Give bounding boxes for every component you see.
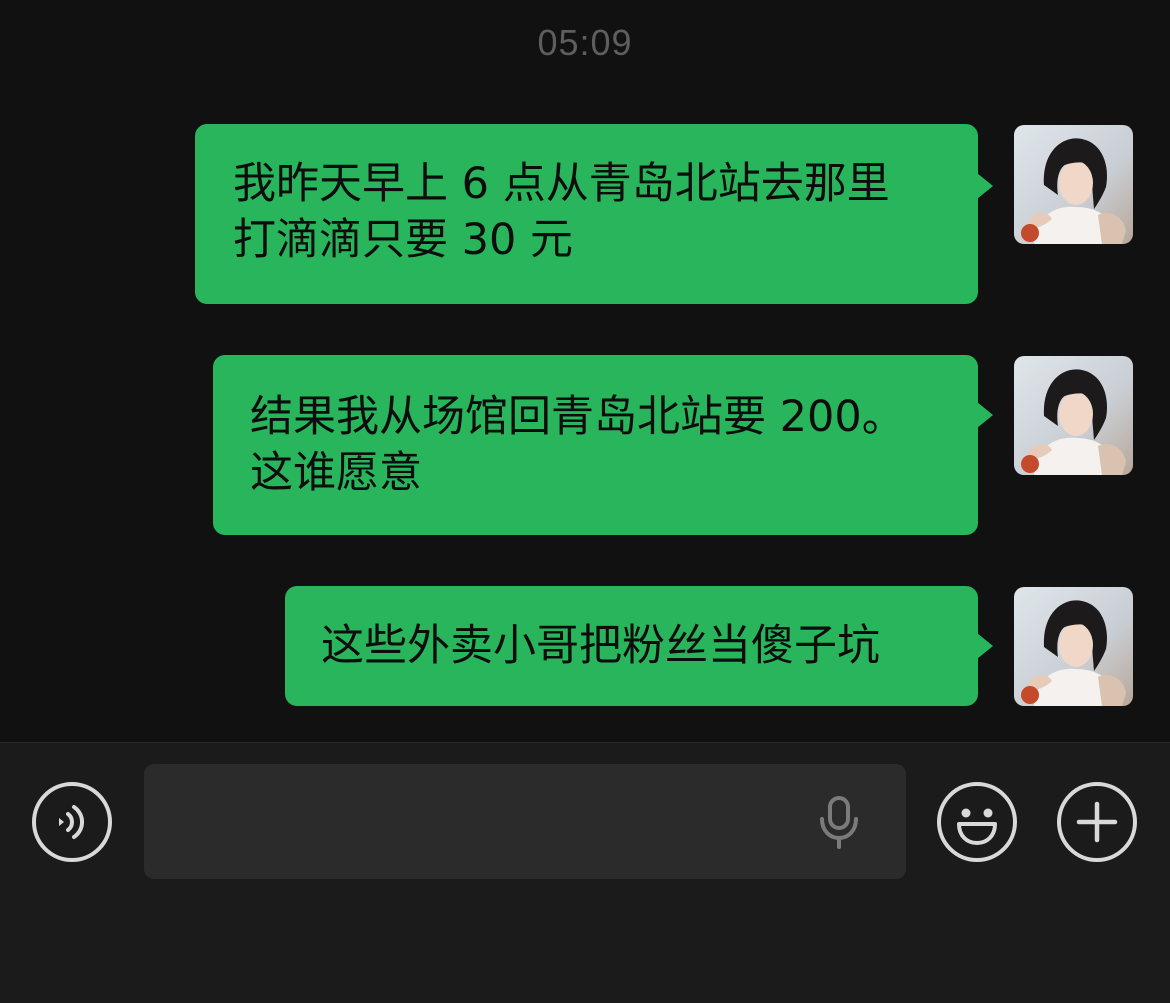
avatar[interactable] [1014, 125, 1133, 244]
plus-icon [1076, 801, 1118, 843]
message-input[interactable] [144, 764, 906, 879]
message-bubble[interactable]: 我昨天早上 6 点从青岛北站去那里 打滴滴只要 30 元 [195, 124, 993, 304]
microphone-icon[interactable] [814, 795, 864, 851]
avatar[interactable] [1014, 587, 1133, 706]
message-text: 结果我从场馆回青岛北站要 200。 这谁愿意 [250, 392, 905, 498]
message-text: 我昨天早上 6 点从青岛北站去那里 打滴滴只要 30 元 [233, 159, 890, 265]
message-timestamp: 05:09 [537, 22, 633, 63]
more-functions-button[interactable] [1057, 782, 1137, 862]
emoji-button[interactable] [937, 782, 1017, 862]
voice-icon [59, 805, 84, 839]
avatar[interactable] [1014, 356, 1133, 475]
emoji-smiley-icon [957, 808, 997, 845]
chat-area: 05:09 我昨天早上 6 点从青岛北站去那里 打滴滴只要 30 元 结果我从场… [0, 0, 1170, 742]
message-bubble[interactable]: 结果我从场馆回青岛北站要 200。 这谁愿意 [213, 355, 993, 535]
avatar-image [1014, 125, 1133, 244]
input-bar [0, 742, 1170, 1003]
avatar-image [1014, 356, 1133, 475]
message-bubble[interactable]: 这些外卖小哥把粉丝当傻子坑 [285, 586, 993, 706]
voice-input-button[interactable] [32, 782, 112, 862]
message-text: 这些外卖小哥把粉丝当傻子坑 [321, 621, 880, 671]
avatar-image [1014, 587, 1133, 706]
